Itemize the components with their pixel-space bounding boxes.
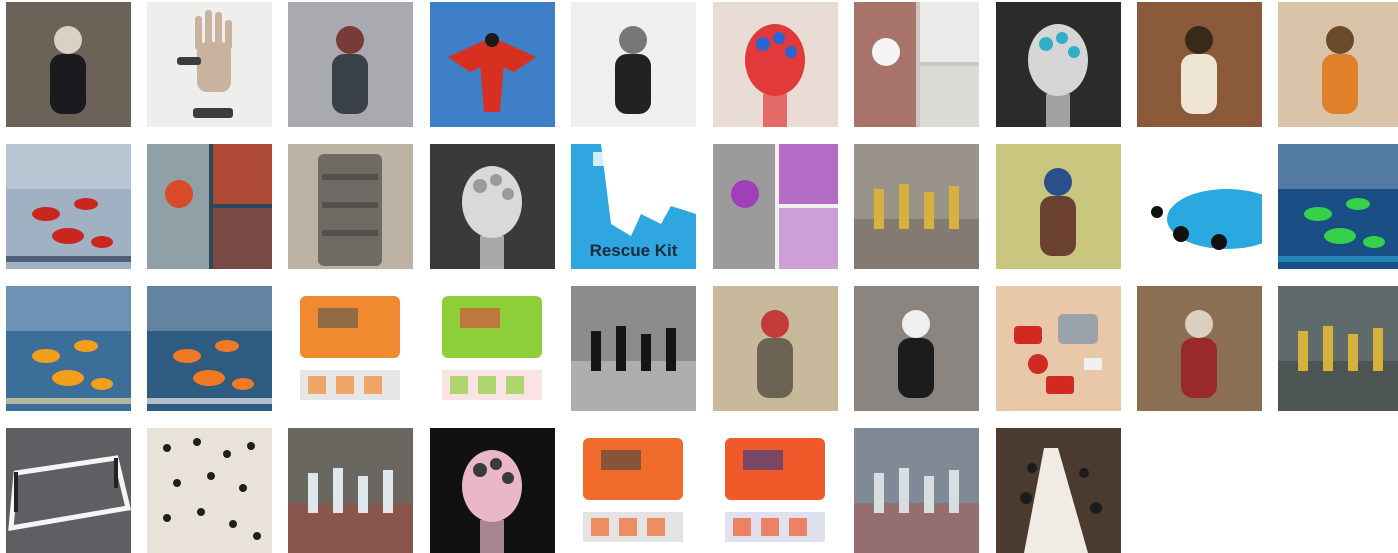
tile-white-outfit-collage[interactable] <box>854 2 979 127</box>
tile-hand-prosthetic-glove-image <box>147 2 272 127</box>
tile-head-with-balls-helmet-image <box>713 2 838 127</box>
tile-green-pod-underwater[interactable] <box>1278 144 1398 269</box>
tile-red-tin-survival-kit[interactable] <box>996 286 1121 411</box>
tile-silhouettes-blue-disc-image <box>1137 144 1262 269</box>
tile-hands-folded-fabric-panel-image <box>288 144 413 269</box>
tile-man-with-vest-mask-image <box>713 286 838 411</box>
tile-white-frame-asphalt[interactable] <box>6 428 131 553</box>
tile-city-road-aerial-image <box>854 428 979 553</box>
tile-wingsuit-flyer-sky[interactable] <box>430 2 555 127</box>
tile-sea-rescue-boat[interactable] <box>6 144 131 269</box>
tile-figure-forest-headdress-image <box>6 2 131 127</box>
tile-gold-object-street[interactable] <box>854 144 979 269</box>
tile-red-tin-survival-kit-image <box>996 286 1121 411</box>
tile-white-frame-asphalt-image <box>6 428 131 553</box>
tile-green-pod-underwater-image <box>1278 144 1398 269</box>
tile-gold-object-street-image <box>854 144 979 269</box>
tile-row-of-figures-bw[interactable] <box>571 286 696 411</box>
tile-orange-life-raft[interactable] <box>147 286 272 411</box>
tile-person-fan-headpiece-image <box>1137 2 1262 127</box>
tile-pump-and-jump-sheet-image <box>430 286 555 411</box>
tile-wingsuit-flyer-sky-image <box>430 2 555 127</box>
tile-crowd-under-white-sheet-image <box>147 428 272 553</box>
tile-woman-with-breathing-tube-image <box>854 286 979 411</box>
tile-assembly-instructions-sheet-image <box>288 286 413 411</box>
tile-dual-photo-masked-people[interactable] <box>147 144 272 269</box>
tile-robed-figure-warehouse-image <box>1137 286 1262 411</box>
tile-orange-device-diagram[interactable] <box>571 428 696 553</box>
tile-assembly-instructions-sheet[interactable] <box>288 286 413 411</box>
tile-silhouettes-blue-disc[interactable] <box>1137 144 1262 269</box>
tile-woman-with-breathing-tube[interactable] <box>854 286 979 411</box>
tile-person-walking-stilts[interactable] <box>571 2 696 127</box>
tile-man-with-vest-mask[interactable] <box>713 286 838 411</box>
tile-figure-forest-headdress[interactable] <box>6 2 131 127</box>
tile-inflatable-orange-costume[interactable] <box>1278 2 1398 127</box>
tile-robed-figure-warehouse[interactable] <box>1137 286 1262 411</box>
tile-plastic-tunnel-street[interactable] <box>288 428 413 553</box>
tile-astronaut-helmet-archive-image <box>430 144 555 269</box>
tile-long-banquet-table[interactable] <box>996 428 1121 553</box>
tile-hands-folded-fabric-panel[interactable] <box>288 144 413 269</box>
tile-head-with-balls-helmet[interactable] <box>713 2 838 127</box>
tile-man-with-tall-sculpture-image <box>996 144 1121 269</box>
tile-city-road-aerial[interactable] <box>854 428 979 553</box>
tile-plastic-tunnel-street-image <box>288 428 413 553</box>
tile-caption: Rescue Kit <box>589 241 678 260</box>
tile-long-banquet-table-image <box>996 428 1121 553</box>
tile-astronaut-helmet-archive[interactable] <box>430 144 555 269</box>
tile-person-fan-headpiece[interactable] <box>1137 2 1262 127</box>
tile-pump-and-jump-sheet[interactable] <box>430 286 555 411</box>
image-gallery-grid: Rescue Kit <box>6 2 1398 553</box>
tile-person-wearable-chair-stadium-image <box>288 2 413 127</box>
tile-mannequin-head-tubes-image <box>996 2 1121 127</box>
tile-person-wearable-chair-stadium[interactable] <box>288 2 413 127</box>
tile-pink-inflated-head-suit-image <box>430 428 555 553</box>
tile-sea-rescue-boat-image <box>6 144 131 269</box>
tile-orange-kit-flatlay[interactable] <box>713 428 838 553</box>
tile-yellow-suits-street[interactable] <box>1278 286 1398 411</box>
tile-man-with-tall-sculpture[interactable] <box>996 144 1121 269</box>
tile-inflatable-orange-costume-image <box>1278 2 1398 127</box>
tile-crowd-under-white-sheet[interactable] <box>147 428 272 553</box>
tile-hand-prosthetic-glove[interactable] <box>147 2 272 127</box>
tile-white-outfit-collage-image <box>854 2 979 127</box>
tile-orange-buoys-sea-image <box>6 286 131 411</box>
tile-row-of-figures-bw-image <box>571 286 696 411</box>
tile-dual-photo-masked-people-image <box>147 144 272 269</box>
tile-orange-life-raft-image <box>147 286 272 411</box>
tile-orange-kit-flatlay-image <box>713 428 838 553</box>
tile-orange-buoys-sea[interactable] <box>6 286 131 411</box>
tile-mannequin-head-tubes[interactable] <box>996 2 1121 127</box>
tile-yellow-suits-street-image <box>1278 286 1398 411</box>
tile-person-walking-stilts-image <box>571 2 696 127</box>
tile-pink-inflated-head-suit[interactable] <box>430 428 555 553</box>
tile-inflatable-diagram-collage-image <box>713 144 838 269</box>
tile-rescue-kit-map-cover[interactable]: Rescue Kit <box>571 144 696 269</box>
tile-inflatable-diagram-collage[interactable] <box>713 144 838 269</box>
tile-orange-device-diagram-image <box>571 428 696 553</box>
